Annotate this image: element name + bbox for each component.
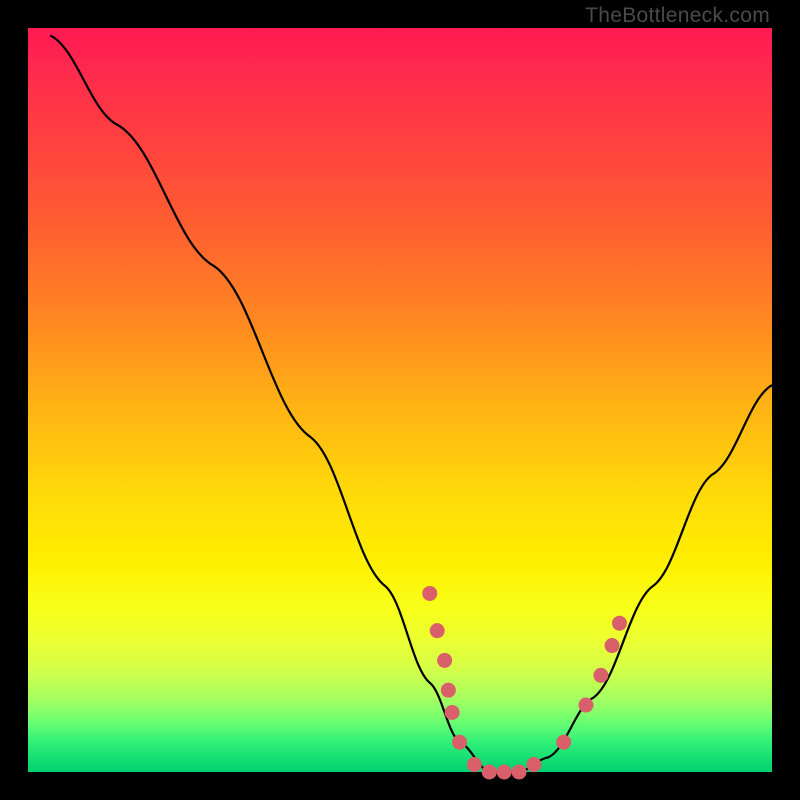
marker-dot xyxy=(482,765,497,780)
marker-dot xyxy=(430,623,445,638)
bottleneck-curve xyxy=(50,35,772,772)
chart-frame: TheBottleneck.com xyxy=(0,0,800,800)
marker-cluster xyxy=(422,586,627,780)
marker-dot xyxy=(445,705,460,720)
marker-dot xyxy=(422,586,437,601)
marker-dot xyxy=(593,668,608,683)
marker-dot xyxy=(452,735,467,750)
curve-layer xyxy=(28,28,772,772)
marker-dot xyxy=(437,653,452,668)
marker-dot xyxy=(497,765,512,780)
marker-dot xyxy=(441,683,456,698)
marker-dot xyxy=(605,638,620,653)
marker-dot xyxy=(467,757,482,772)
watermark-text: TheBottleneck.com xyxy=(585,4,770,28)
marker-dot xyxy=(512,765,527,780)
marker-dot xyxy=(526,757,541,772)
plot-area xyxy=(28,28,772,772)
marker-dot xyxy=(579,698,594,713)
marker-dot xyxy=(612,616,627,631)
marker-dot xyxy=(556,735,571,750)
